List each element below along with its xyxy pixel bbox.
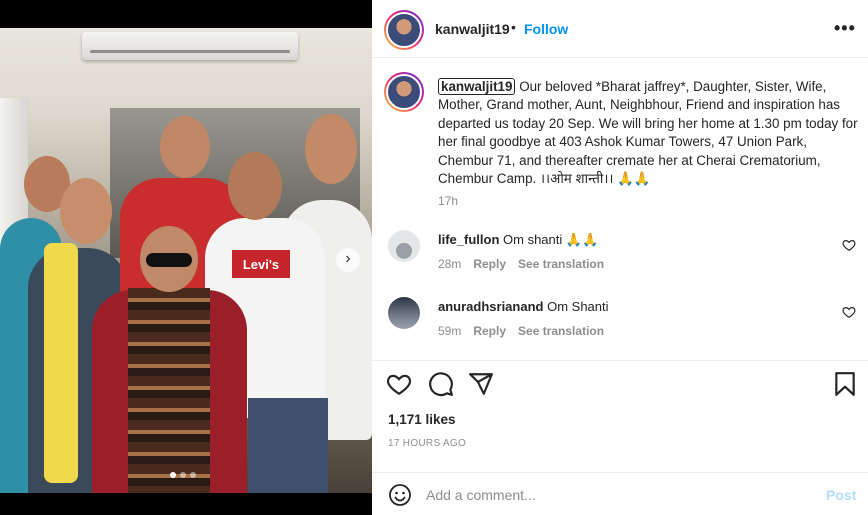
patterned-shawl [128, 288, 210, 493]
yellow-scarf [44, 243, 78, 483]
carousel-dot [180, 472, 186, 478]
post-photo: Levi's [0, 28, 372, 493]
air-conditioner [82, 32, 298, 60]
author-avatar[interactable] [384, 10, 424, 50]
commenter-avatar[interactable] [388, 230, 420, 262]
post-details-panel: kanwaljit19 • Follow ••• kanwaljit19 Our… [372, 0, 868, 515]
bookmark-icon[interactable] [832, 371, 858, 397]
person-head [228, 152, 282, 220]
reply-button[interactable]: Reply [473, 257, 506, 271]
more-options-icon[interactable]: ••• [834, 18, 856, 39]
comment-meta: 28m Reply See translation [438, 257, 604, 271]
see-translation-button[interactable]: See translation [518, 257, 604, 271]
post-caption: kanwaljit19 Our beloved *Bharat jaffrey*… [438, 78, 858, 188]
comment-meta: 59m Reply See translation [438, 324, 604, 338]
comment-icon[interactable] [428, 371, 454, 397]
comment-time[interactable]: 28m [438, 257, 461, 271]
commenter-username[interactable]: anuradhsrianand [438, 299, 543, 314]
comment-body: life_fullon Om shanti 🙏🙏 [438, 232, 598, 248]
comment-text: Om Shanti [547, 299, 609, 314]
comment-input[interactable] [426, 483, 806, 507]
see-translation-button[interactable]: See translation [518, 324, 604, 338]
caption-text: Our beloved *Bharat jaffrey*, Daughter, … [438, 79, 858, 187]
comment-body: anuradhsrianand Om Shanti [438, 299, 609, 314]
heart-icon[interactable] [386, 371, 412, 397]
follow-button[interactable]: Follow [524, 21, 568, 37]
comment-text: Om shanti 🙏🙏 [503, 232, 599, 247]
reply-button[interactable]: Reply [473, 324, 506, 338]
action-bar [372, 360, 868, 410]
emoji-icon[interactable] [388, 483, 412, 507]
caption-avatar[interactable] [384, 72, 424, 112]
carousel-dots [170, 472, 196, 478]
comment-item: life_fullon Om shanti 🙏🙏 28m Reply See t… [372, 230, 868, 290]
comment-time[interactable]: 59m [438, 324, 461, 338]
comment-item: anuradhsrianand Om Shanti 59m Reply See … [372, 297, 868, 357]
posted-time[interactable]: 17 HOURS AGO [388, 438, 466, 449]
caption-timestamp[interactable]: 17h [438, 194, 458, 208]
carousel-dot [190, 472, 196, 478]
avatar-image [386, 12, 422, 48]
jeans [248, 398, 328, 493]
person-head [305, 114, 357, 184]
add-comment-bar: Post [372, 472, 868, 515]
caption-username[interactable]: kanwaljit19 [438, 78, 516, 95]
like-comment-heart-icon[interactable] [842, 305, 856, 319]
post-media[interactable]: Levi's › [0, 0, 372, 515]
avatar-image [386, 74, 422, 110]
like-comment-heart-icon[interactable] [842, 238, 856, 252]
carousel-next-button[interactable]: › [336, 248, 360, 272]
post-header: kanwaljit19 • Follow ••• [372, 0, 868, 58]
likes-count[interactable]: 1,171 likes [388, 412, 456, 427]
person-head [60, 178, 112, 244]
separator-dot: • [511, 19, 516, 35]
shirt-logo: Levi's [232, 250, 290, 278]
commenter-username[interactable]: life_fullon [438, 232, 499, 247]
post-button[interactable]: Post [826, 487, 856, 503]
share-icon[interactable] [468, 371, 494, 397]
person-head [160, 116, 210, 178]
novelty-glasses [146, 253, 192, 267]
commenter-avatar[interactable] [388, 297, 420, 329]
carousel-dot [170, 472, 176, 478]
author-username[interactable]: kanwaljit19 [435, 21, 510, 37]
